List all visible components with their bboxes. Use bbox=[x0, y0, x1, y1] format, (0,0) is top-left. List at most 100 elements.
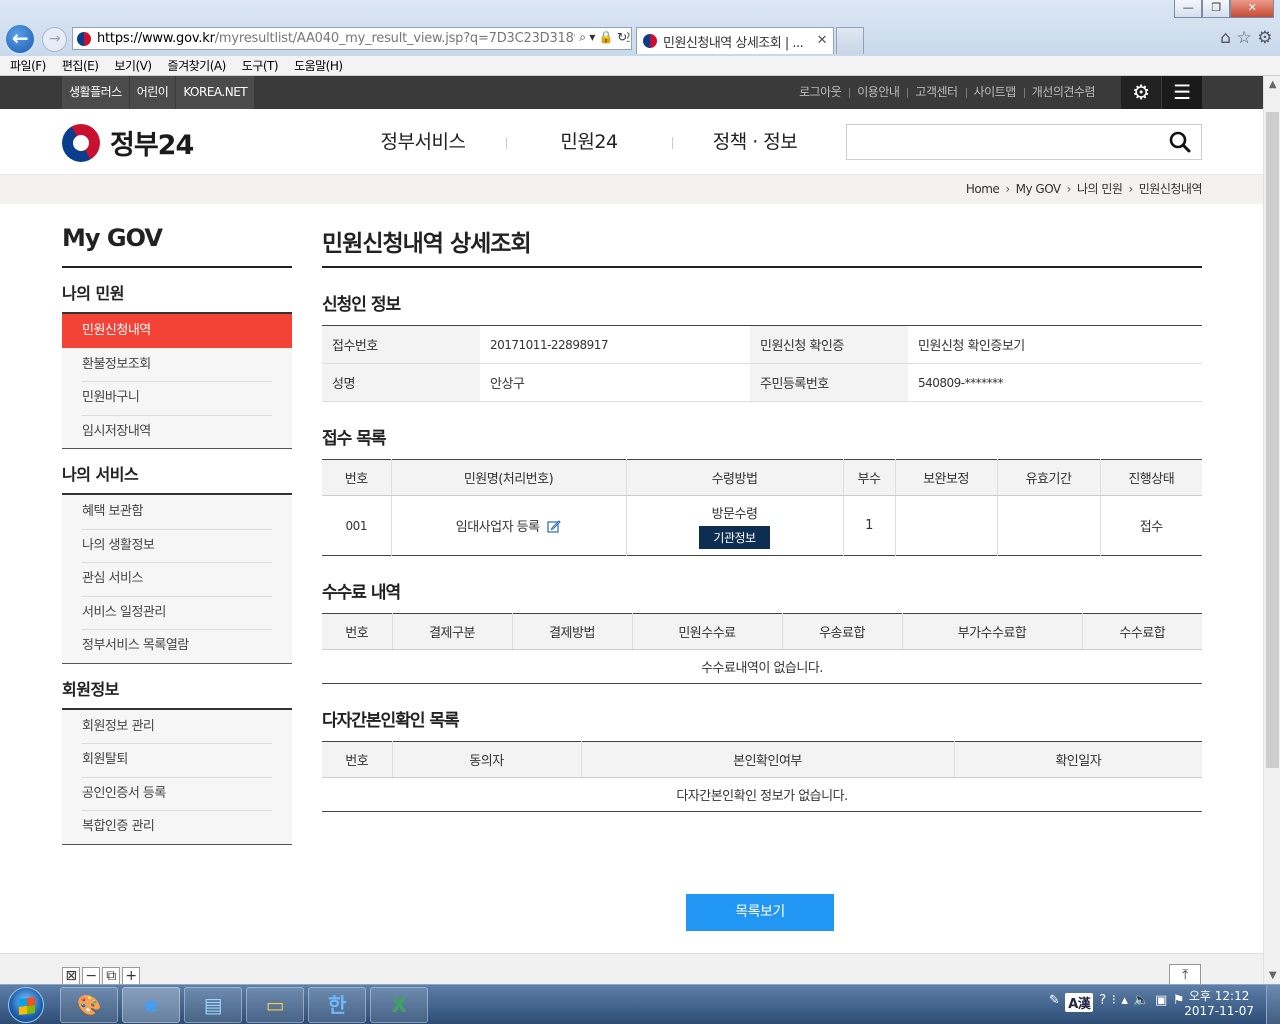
edit-icon[interactable] bbox=[547, 519, 561, 533]
fee-col-method: 결제방법 bbox=[511, 613, 632, 650]
menu-file[interactable]: 파일(F) bbox=[10, 56, 46, 75]
col-supplement: 보완보정 bbox=[894, 459, 997, 496]
zoom-out-icon[interactable]: − bbox=[82, 967, 100, 984]
side-item-refund-info[interactable]: 환불정보조회 bbox=[62, 348, 292, 382]
scroll-up-icon[interactable]: ▲ bbox=[1264, 76, 1280, 93]
side-item-member-manage[interactable]: 회원정보 관리 bbox=[62, 710, 292, 744]
tab-close-icon[interactable]: ✕ bbox=[817, 33, 828, 48]
network-icon[interactable]: ▣ bbox=[1155, 993, 1167, 1012]
favorites-star-icon[interactable]: ☆ bbox=[1237, 28, 1252, 48]
tray-expand-icon[interactable]: ▴ bbox=[1121, 993, 1128, 1012]
util-link-customer-center[interactable]: 고객센터 bbox=[907, 76, 965, 109]
action-center-icon[interactable]: ⚑ bbox=[1173, 993, 1185, 1012]
side-group-list: 혜택 보관함 나의 생활정보 관심 서비스 서비스 일정관리 정부서비스 목록열… bbox=[62, 495, 292, 664]
side-item-benefits[interactable]: 혜택 보관함 bbox=[62, 495, 292, 529]
volume-icon[interactable]: 🔈 bbox=[1133, 993, 1149, 1012]
breadcrumb-my-minwon[interactable]: 나의 민원 bbox=[1077, 175, 1123, 204]
excel-app-icon[interactable]: X bbox=[370, 987, 428, 1023]
site-logo[interactable]: 정부24 bbox=[62, 123, 194, 162]
rrn-label: 주민등록번호 bbox=[750, 363, 908, 402]
forward-button[interactable]: → bbox=[42, 27, 67, 52]
settings-gear-icon[interactable]: ⚙ bbox=[1257, 28, 1272, 48]
scroll-top-icon[interactable]: ⤒ bbox=[1169, 964, 1201, 984]
side-item-schedule[interactable]: 서비스 일정관리 bbox=[62, 595, 292, 630]
side-item-life-info[interactable]: 나의 생활정보 bbox=[62, 528, 292, 563]
side-item-application-history[interactable]: 민원신청내역 bbox=[62, 314, 292, 348]
side-item-minwon-basket[interactable]: 민원바구니 bbox=[62, 381, 292, 415]
minwon-name-link[interactable]: 임대사업자 등록 bbox=[456, 520, 540, 535]
file-explorer-icon[interactable]: ▭ bbox=[246, 987, 304, 1023]
util-link-feedback[interactable]: 개선의견수렴 bbox=[1023, 76, 1103, 109]
side-item-service-list[interactable]: 정부서비스 목록열람 bbox=[62, 629, 292, 663]
page-footer-strip: ⊠ − ⧉ + ⤒ bbox=[0, 953, 1263, 984]
scrollbar-thumb[interactable] bbox=[1266, 112, 1279, 768]
util-link-life-plus[interactable]: 생활플러스 bbox=[62, 76, 130, 109]
ime-mode-icon[interactable]: A漢 bbox=[1065, 993, 1094, 1012]
side-item-temp-saved[interactable]: 임시저장내역 bbox=[62, 414, 292, 449]
side-item-multi-auth[interactable]: 복합인증 관리 bbox=[62, 810, 292, 844]
settings-gear-button[interactable]: ⚙ bbox=[1121, 76, 1161, 109]
address-bar-icons[interactable]: ⌕ ▾ 🔒 ↻ bbox=[575, 30, 627, 45]
menu-favorites[interactable]: 즐겨찾기(A) bbox=[168, 56, 227, 75]
internet-explorer-icon[interactable]: e bbox=[122, 987, 180, 1023]
search-icon[interactable] bbox=[1169, 131, 1191, 153]
new-tab-button[interactable] bbox=[836, 27, 864, 54]
search-input[interactable] bbox=[847, 125, 1147, 159]
util-link-kids[interactable]: 어린이 bbox=[129, 76, 177, 109]
util-link-sitemap[interactable]: 사이트맵 bbox=[965, 76, 1024, 109]
side-nav: My GOV 나의 민원 민원신청내역 환불정보조회 민원바구니 임시저장내역 … bbox=[62, 224, 292, 845]
windows-logo-icon bbox=[8, 987, 44, 1023]
chevron-right-icon: › bbox=[1066, 182, 1072, 196]
back-button[interactable]: ← bbox=[4, 23, 36, 55]
taskbar-clock[interactable]: 오후 12:12 2017-11-07 bbox=[1184, 989, 1254, 1019]
util-link-korea-net[interactable]: KOREA.NET bbox=[176, 76, 256, 109]
vertical-scrollbar[interactable]: ▲ ▼ bbox=[1263, 76, 1280, 984]
gnb-policy-info[interactable]: 정책 · 정보 bbox=[672, 109, 838, 175]
close-window-button[interactable]: ✕ bbox=[1230, 0, 1274, 18]
start-button[interactable] bbox=[2, 985, 50, 1024]
cert-view-link[interactable]: 민원신청 확인증보기 bbox=[908, 325, 1202, 364]
side-item-interest-services[interactable]: 관심 서비스 bbox=[62, 562, 292, 596]
menu-tools[interactable]: 도구(T) bbox=[242, 56, 279, 75]
gnb-minwon24[interactable]: 민원24 bbox=[506, 109, 672, 175]
global-nav: 정부서비스 민원24 정책 · 정보 bbox=[340, 109, 838, 175]
list-view-button[interactable]: 목록보기 bbox=[686, 894, 834, 931]
breadcrumb-home[interactable]: Home bbox=[966, 175, 1000, 204]
zoom-fit-icon[interactable]: ⧉ bbox=[102, 967, 120, 984]
language-bar-icon[interactable]: ✎ bbox=[1049, 993, 1060, 1012]
zoom-reset-icon[interactable]: ⊠ bbox=[62, 967, 80, 984]
agency-info-button[interactable]: 기관정보 bbox=[699, 525, 770, 549]
table-row: 001 임대사업자 등록 방문수령 기관정보 1 접수 bbox=[322, 495, 1202, 556]
restore-button[interactable]: ❐ bbox=[1202, 0, 1230, 18]
ime-options-icon[interactable]: ⁝ bbox=[1112, 993, 1116, 1012]
gnb-gov-services[interactable]: 정부서비스 bbox=[340, 109, 506, 175]
notepad-app-icon[interactable]: ▤ bbox=[184, 987, 242, 1023]
address-bar[interactable]: https://www.gov.kr/myresultlist/AA040_my… bbox=[72, 27, 632, 50]
hwp-app-icon[interactable]: 한 bbox=[308, 987, 366, 1023]
home-icon[interactable]: ⌂ bbox=[1220, 28, 1231, 48]
hamburger-menu-button[interactable]: ☰ bbox=[1162, 76, 1202, 109]
applicant-info-table: 접수번호 20171011-22898917 민원신청 확인증 민원신청 확인증… bbox=[322, 325, 1202, 402]
minimize-button[interactable]: — bbox=[1174, 0, 1202, 18]
multi-col-no: 번호 bbox=[322, 741, 392, 778]
util-link-guide[interactable]: 이용안내 bbox=[849, 76, 907, 109]
url-host: https://www.gov.kr bbox=[97, 31, 215, 46]
side-item-withdraw[interactable]: 회원탈퇴 bbox=[62, 743, 292, 777]
menu-edit[interactable]: 편집(E) bbox=[62, 56, 99, 75]
help-icon[interactable]: ? bbox=[1099, 993, 1106, 1012]
site-search bbox=[846, 124, 1202, 160]
util-link-logout[interactable]: 로그아웃 bbox=[791, 76, 849, 109]
scroll-down-icon[interactable]: ▼ bbox=[1264, 967, 1280, 984]
menu-view[interactable]: 보기(V) bbox=[114, 56, 152, 75]
side-item-cert-register[interactable]: 공인인증서 등록 bbox=[62, 776, 292, 811]
zoom-in-icon[interactable]: + bbox=[122, 967, 140, 984]
fee-col-total: 수수료합 bbox=[1081, 613, 1202, 650]
site-header: 정부24 정부서비스 민원24 정책 · 정보 bbox=[0, 109, 1263, 175]
breadcrumb-mygov[interactable]: My GOV bbox=[1016, 175, 1062, 204]
show-desktop-button[interactable] bbox=[1266, 985, 1280, 1024]
site-favicon-icon bbox=[77, 31, 91, 46]
side-group-list: 회원정보 관리 회원탈퇴 공인인증서 등록 복합인증 관리 bbox=[62, 709, 292, 845]
menu-help[interactable]: 도움말(H) bbox=[294, 56, 343, 75]
browser-tab[interactable]: 민원신청내역 상세조회 | ... ✕ bbox=[636, 27, 834, 54]
paint-app-icon[interactable]: 🎨 bbox=[60, 987, 118, 1023]
